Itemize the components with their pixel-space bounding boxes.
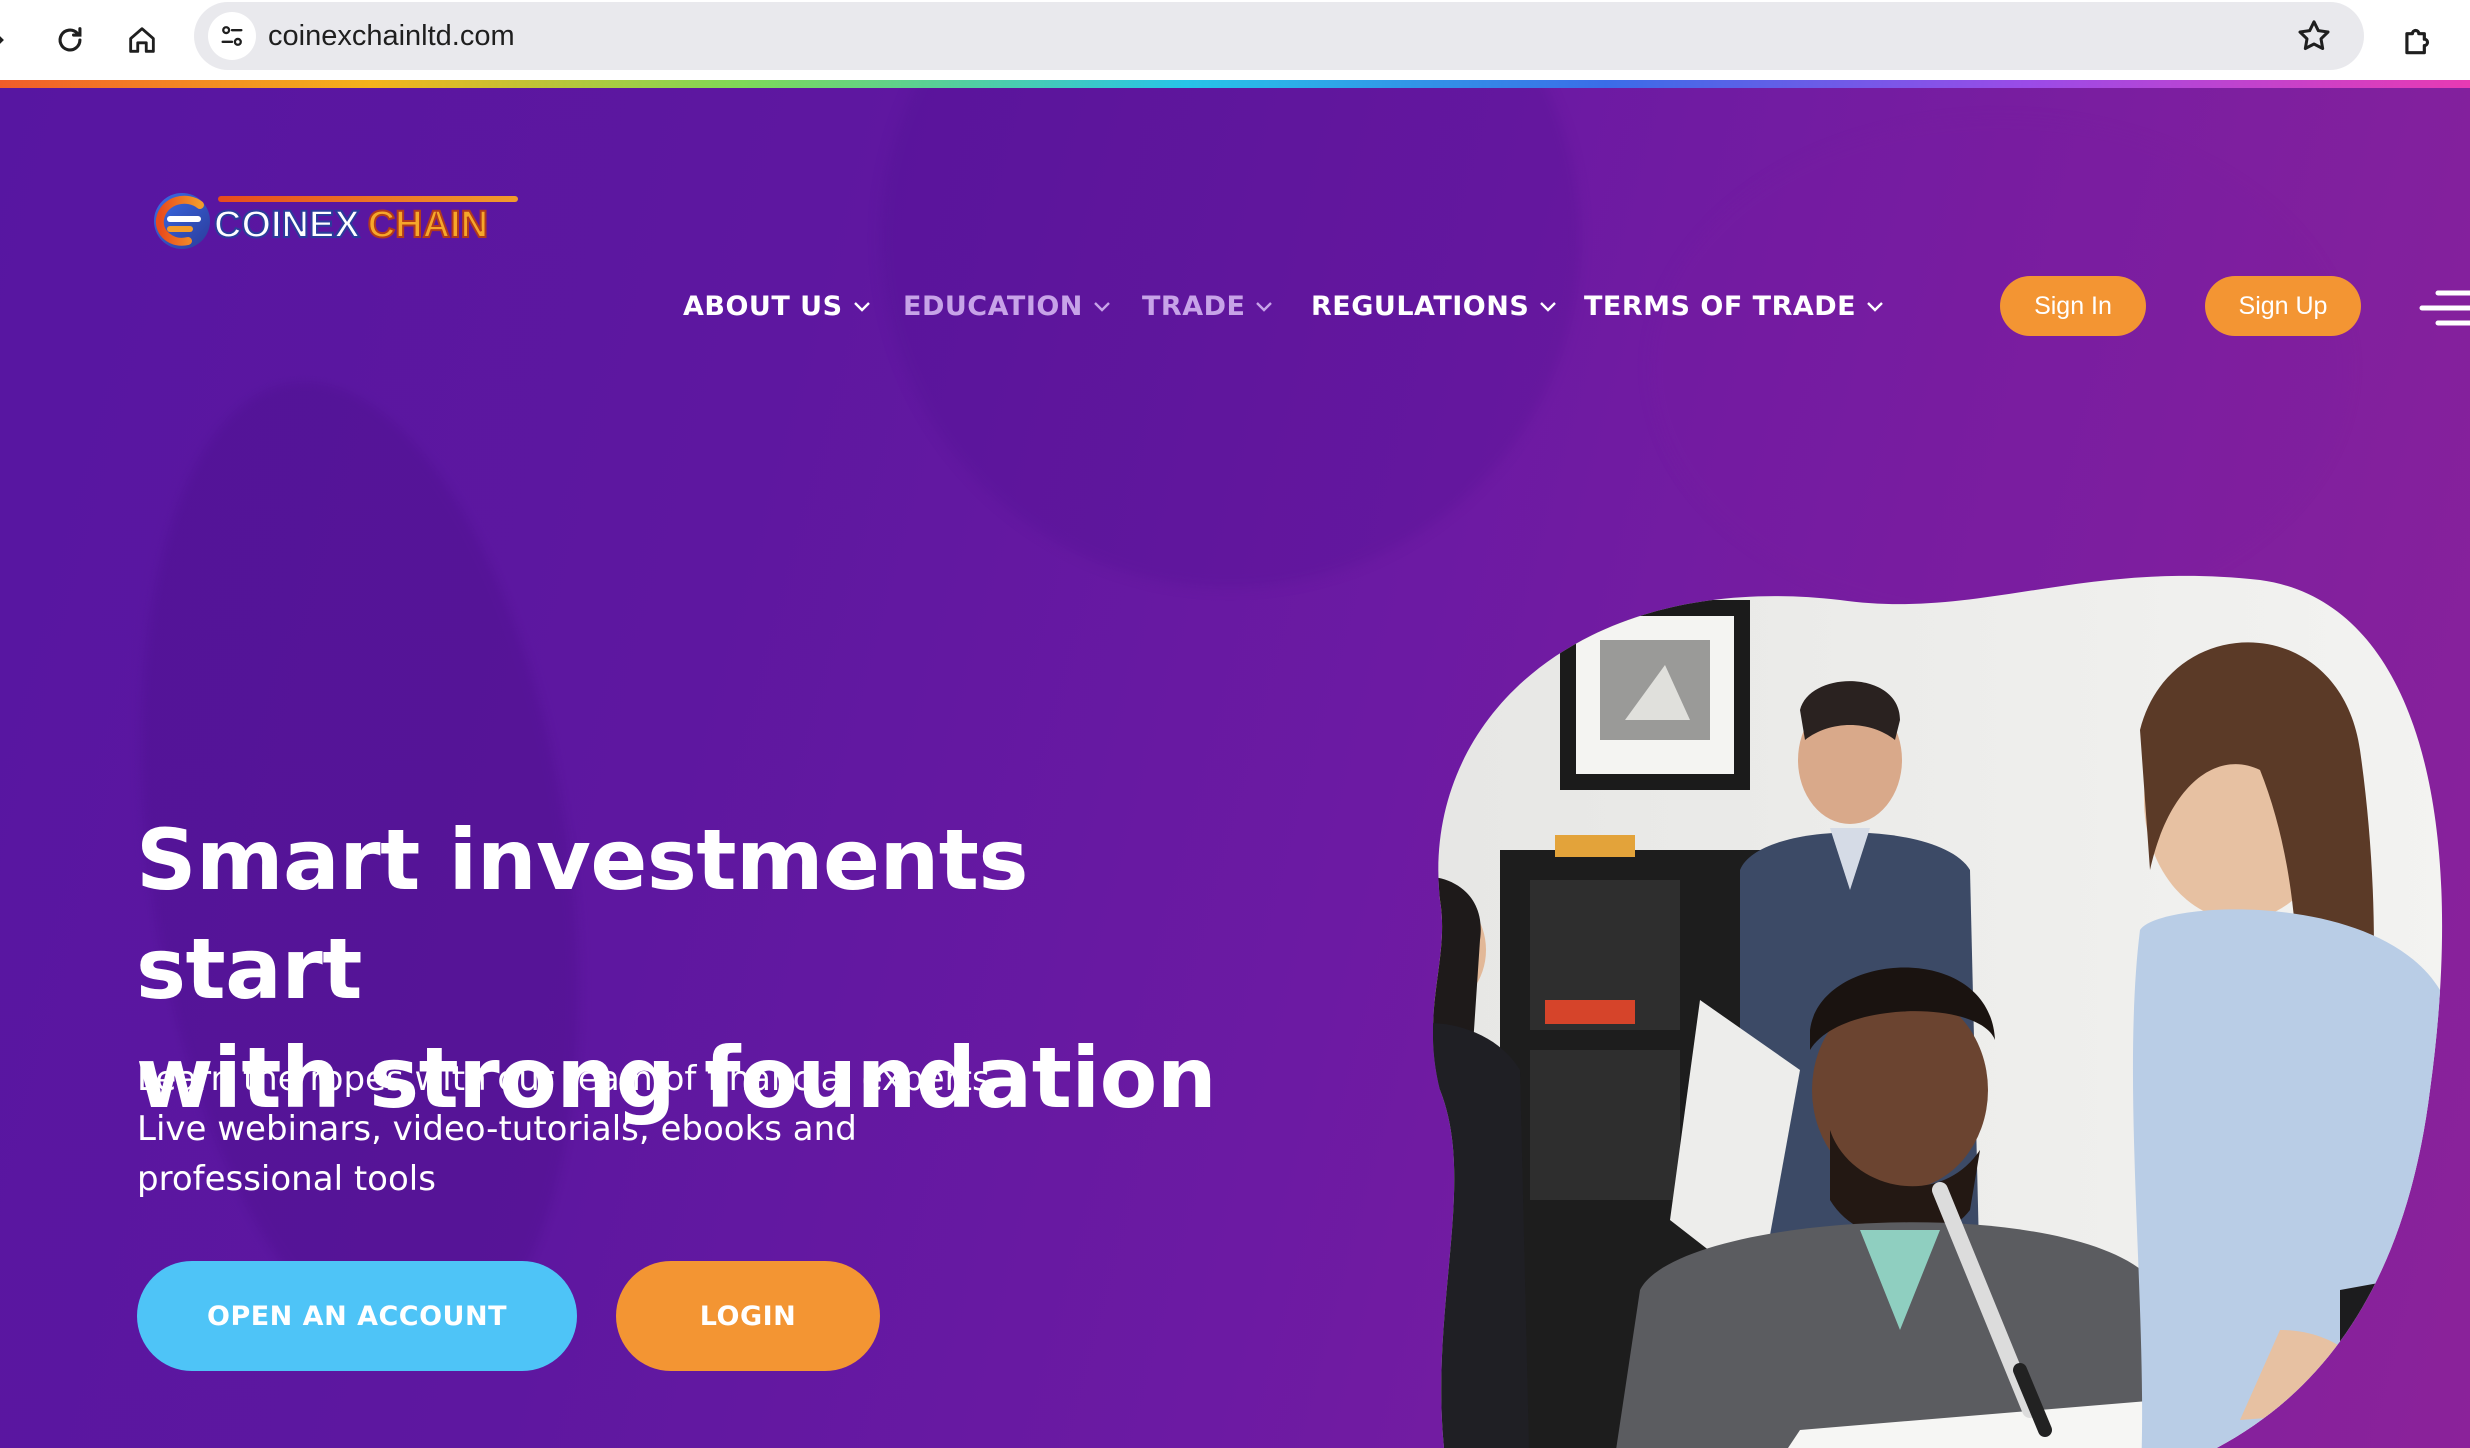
puzzle-icon[interactable] <box>2390 12 2446 68</box>
headline-line-1: Smart investments start <box>136 811 1028 1018</box>
nav-about-us[interactable]: ABOUT US <box>683 284 871 328</box>
hero-section: COINEX CHAIN ABOUT US EDUCATION TRADE REG… <box>0 88 2470 1448</box>
hamburger-menu-icon[interactable] <box>2418 288 2470 328</box>
star-icon[interactable] <box>2294 16 2334 56</box>
background-shape <box>1650 118 2350 618</box>
nav-label: REGULATIONS <box>1311 290 1530 322</box>
logo-wordmark: COINEX CHAIN <box>213 204 489 246</box>
chevron-down-icon <box>1256 302 1273 312</box>
nav-label: EDUCATION <box>903 290 1083 322</box>
address-bar[interactable]: coinexchainltd.com <box>194 2 2364 70</box>
background-shape <box>880 88 1580 588</box>
chevron-down-icon <box>853 302 870 312</box>
logo-word-coinex: COINEX <box>213 204 361 246</box>
nav-regulations[interactable]: REGULATIONS <box>1311 284 1557 328</box>
nav-terms-of-trade[interactable]: TERMS OF TRADE <box>1584 284 1884 328</box>
url-text[interactable]: coinexchainltd.com <box>268 2 515 70</box>
chevron-down-icon <box>1540 302 1557 312</box>
sign-up-button[interactable]: Sign Up <box>2205 276 2361 336</box>
hero-subcopy: Learn the ropes with our team of financi… <box>137 1054 1037 1204</box>
nav-label: ABOUT US <box>683 290 843 322</box>
login-button[interactable]: LOGIN <box>616 1261 880 1371</box>
subcopy-line-2: Live webinars, video-tutorials, ebooks a… <box>137 1109 857 1149</box>
open-account-button[interactable]: OPEN AN ACCOUNT <box>137 1261 577 1371</box>
nav-label: TERMS OF TRADE <box>1584 290 1857 322</box>
chevron-down-icon <box>1867 302 1883 312</box>
subcopy-line-3: professional tools <box>137 1159 436 1199</box>
logo-word-chain: CHAIN <box>367 204 489 246</box>
nav-education[interactable]: EDUCATION <box>903 284 1111 328</box>
nav-trade[interactable]: TRADE <box>1142 284 1273 328</box>
reload-icon[interactable] <box>44 14 96 66</box>
logo-stripe <box>218 196 518 202</box>
hero-photo <box>1432 575 2443 1448</box>
sign-in-button[interactable]: Sign In <box>2000 276 2146 336</box>
chevron-down-icon <box>1094 302 1110 312</box>
subcopy-line-1: Learn the ropes with our team of financi… <box>137 1059 990 1099</box>
logo-coin-icon <box>154 193 210 249</box>
site-logo[interactable]: COINEX CHAIN <box>148 186 528 256</box>
loading-bar <box>0 80 2470 88</box>
nav-label: TRADE <box>1142 290 1246 322</box>
tune-icon[interactable] <box>208 12 256 60</box>
forward-arrow-icon[interactable] <box>0 14 18 66</box>
browser-toolbar: coinexchainltd.com <box>0 0 2470 88</box>
home-icon[interactable] <box>116 14 168 66</box>
